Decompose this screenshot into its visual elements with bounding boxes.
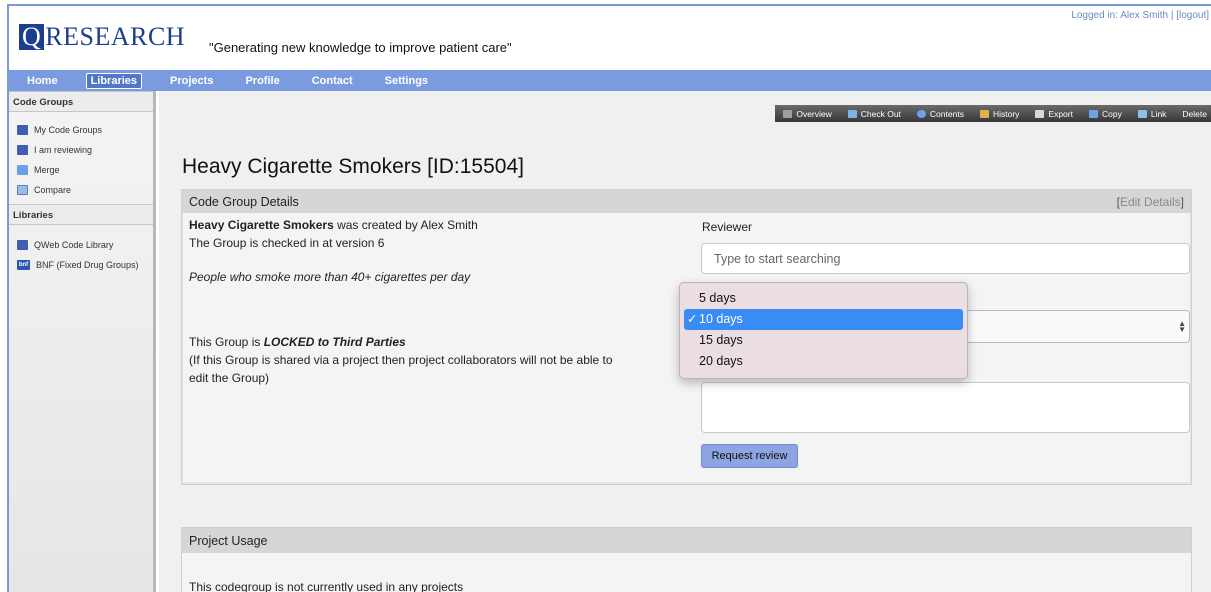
sidebar-item-bnf[interactable]: bnf BNF (Fixed Drug Groups)	[9, 255, 153, 275]
toolbar-label: Contents	[929, 108, 964, 119]
review-period-dropdown: 5 days ✓ 10 days 15 days 20 days	[679, 282, 968, 379]
sidebar-item-label: BNF (Fixed Drug Groups)	[36, 260, 139, 270]
main-nav: Home Libraries Projects Profile Contact …	[9, 70, 1211, 91]
toolbar-check-out[interactable]: Check Out	[847, 108, 901, 119]
group-name: Heavy Cigarette Smokers	[189, 218, 334, 232]
toolbar-label: Overview	[796, 108, 832, 119]
sidebar-heading-code-groups: Code Groups	[9, 91, 153, 112]
locked-note-line2: edit the Group)	[189, 371, 270, 385]
history-icon	[979, 109, 989, 118]
sidebar-item-i-am-reviewing[interactable]: I am reviewing	[9, 140, 153, 160]
project-usage-panel: Project Usage This codegroup is not curr…	[181, 527, 1192, 592]
toolbar-label: Delete	[1182, 108, 1207, 119]
home-icon	[783, 109, 793, 118]
request-review-button[interactable]: Request review	[701, 444, 798, 468]
project-usage-text: This codegroup is not currently used in …	[189, 580, 464, 592]
tagline: "Generating new knowledge to improve pat…	[209, 40, 512, 55]
sidebar-item-label: I am reviewing	[34, 145, 93, 155]
nav-settings[interactable]: Settings	[381, 74, 432, 88]
nav-libraries[interactable]: Libraries	[85, 72, 143, 89]
bracket-close: ]	[1180, 194, 1184, 209]
sidebar-item-label: Merge	[34, 165, 60, 175]
sidebar-item-compare[interactable]: Compare	[9, 180, 153, 200]
locked-status: LOCKED to Third Parties	[263, 335, 406, 349]
toolbar-contents[interactable]: Contents	[916, 108, 964, 119]
nav-profile[interactable]: Profile	[241, 74, 283, 88]
version-line: The Group is checked in at version 6	[189, 236, 385, 250]
sidebar-item-my-code-groups[interactable]: My Code Groups	[9, 120, 153, 140]
link-icon	[1137, 109, 1147, 118]
sidebar-item-label: QWeb Code Library	[34, 240, 114, 250]
edit-details-label: Edit Details	[1119, 194, 1181, 209]
sidebar-item-label: My Code Groups	[34, 125, 103, 135]
toolbar-overview[interactable]: Overview	[783, 108, 832, 119]
toolbar-label: Copy	[1101, 108, 1122, 119]
compare-icon	[17, 185, 28, 195]
user-status: Logged in: Alex Smith | [logout]	[1071, 10, 1209, 21]
created-by-line: Heavy Cigarette Smokers was created by A…	[189, 218, 478, 232]
action-toolbar: Overview Check Out Contents History Expo…	[775, 105, 1211, 122]
toolbar-label: Check Out	[860, 108, 901, 119]
nav-home[interactable]: Home	[23, 74, 62, 88]
search-icon	[916, 109, 926, 118]
book-icon	[17, 240, 28, 250]
checkout-icon	[847, 109, 857, 118]
sidebar-item-merge[interactable]: Merge	[9, 160, 153, 180]
option-15-days[interactable]: 15 days	[680, 330, 967, 351]
nav-projects[interactable]: Projects	[166, 74, 217, 88]
page-title: Heavy Cigarette Smokers [ID:15504]	[182, 155, 524, 178]
nav-contact[interactable]: Contact	[308, 74, 357, 88]
toolbar-label: Link	[1150, 108, 1167, 119]
option-5-days[interactable]: 5 days	[680, 288, 967, 309]
group-description: People who smoke more than 40+ cigarette…	[189, 270, 471, 284]
panel-title: Project Usage	[182, 528, 1191, 553]
toolbar-label: Export	[1048, 108, 1073, 119]
qresearch-logo[interactable]: Q RESEARCH	[19, 24, 185, 50]
edit-details-link[interactable]: [Edit Details]	[1117, 195, 1184, 209]
toolbar-copy[interactable]: Copy	[1088, 108, 1122, 119]
bnf-icon: bnf	[17, 260, 30, 270]
option-20-days[interactable]: 20 days	[680, 351, 967, 372]
toolbar-export[interactable]: Export	[1035, 109, 1073, 119]
reviewer-search-input[interactable]	[701, 243, 1190, 274]
sidebar-item-qweb-code-library[interactable]: QWeb Code Library	[9, 235, 153, 255]
book-icon	[17, 145, 28, 155]
sidebar-heading-libraries: Libraries	[9, 204, 153, 225]
select-arrows-icon: ▲ ▼	[1178, 319, 1186, 334]
checkmark-icon: ✓	[687, 312, 698, 326]
sidebar: Code Groups My Code Groups I am reviewin…	[9, 91, 156, 592]
logo-q: Q	[19, 24, 45, 50]
toolbar-delete[interactable]: Delete	[1182, 109, 1207, 119]
toolbar-label: History	[992, 108, 1020, 119]
review-notes-textarea[interactable]	[701, 382, 1190, 433]
app-frame: Q RESEARCH "Generating new knowledge to i…	[7, 4, 1211, 592]
created-by-text: was created by Alex Smith	[333, 218, 478, 232]
header: Q RESEARCH "Generating new knowledge to i…	[9, 6, 1211, 68]
export-icon	[1035, 109, 1045, 118]
locked-prefix: This Group is	[189, 335, 264, 349]
toolbar-link[interactable]: Link	[1137, 108, 1167, 119]
reviewer-label: Reviewer	[702, 220, 753, 234]
sidebar-item-label: Compare	[34, 185, 72, 195]
locked-note-line1: (If this Group is shared via a project t…	[189, 353, 613, 367]
book-icon	[17, 125, 28, 135]
option-10-days[interactable]: ✓ 10 days	[684, 309, 963, 330]
logout-link[interactable]: Logged in: Alex Smith | [logout]	[1071, 10, 1209, 21]
locked-line: This Group is LOCKED to Third Parties	[189, 335, 406, 349]
merge-icon	[17, 165, 28, 175]
panel-header: Code Group Details [Edit Details]	[182, 190, 1191, 213]
copy-icon	[1088, 109, 1098, 118]
panel-title: Code Group Details	[189, 194, 299, 209]
toolbar-history[interactable]: History	[979, 108, 1020, 119]
logo-text: RESEARCH	[45, 22, 186, 51]
option-label: 10 days	[699, 312, 743, 326]
